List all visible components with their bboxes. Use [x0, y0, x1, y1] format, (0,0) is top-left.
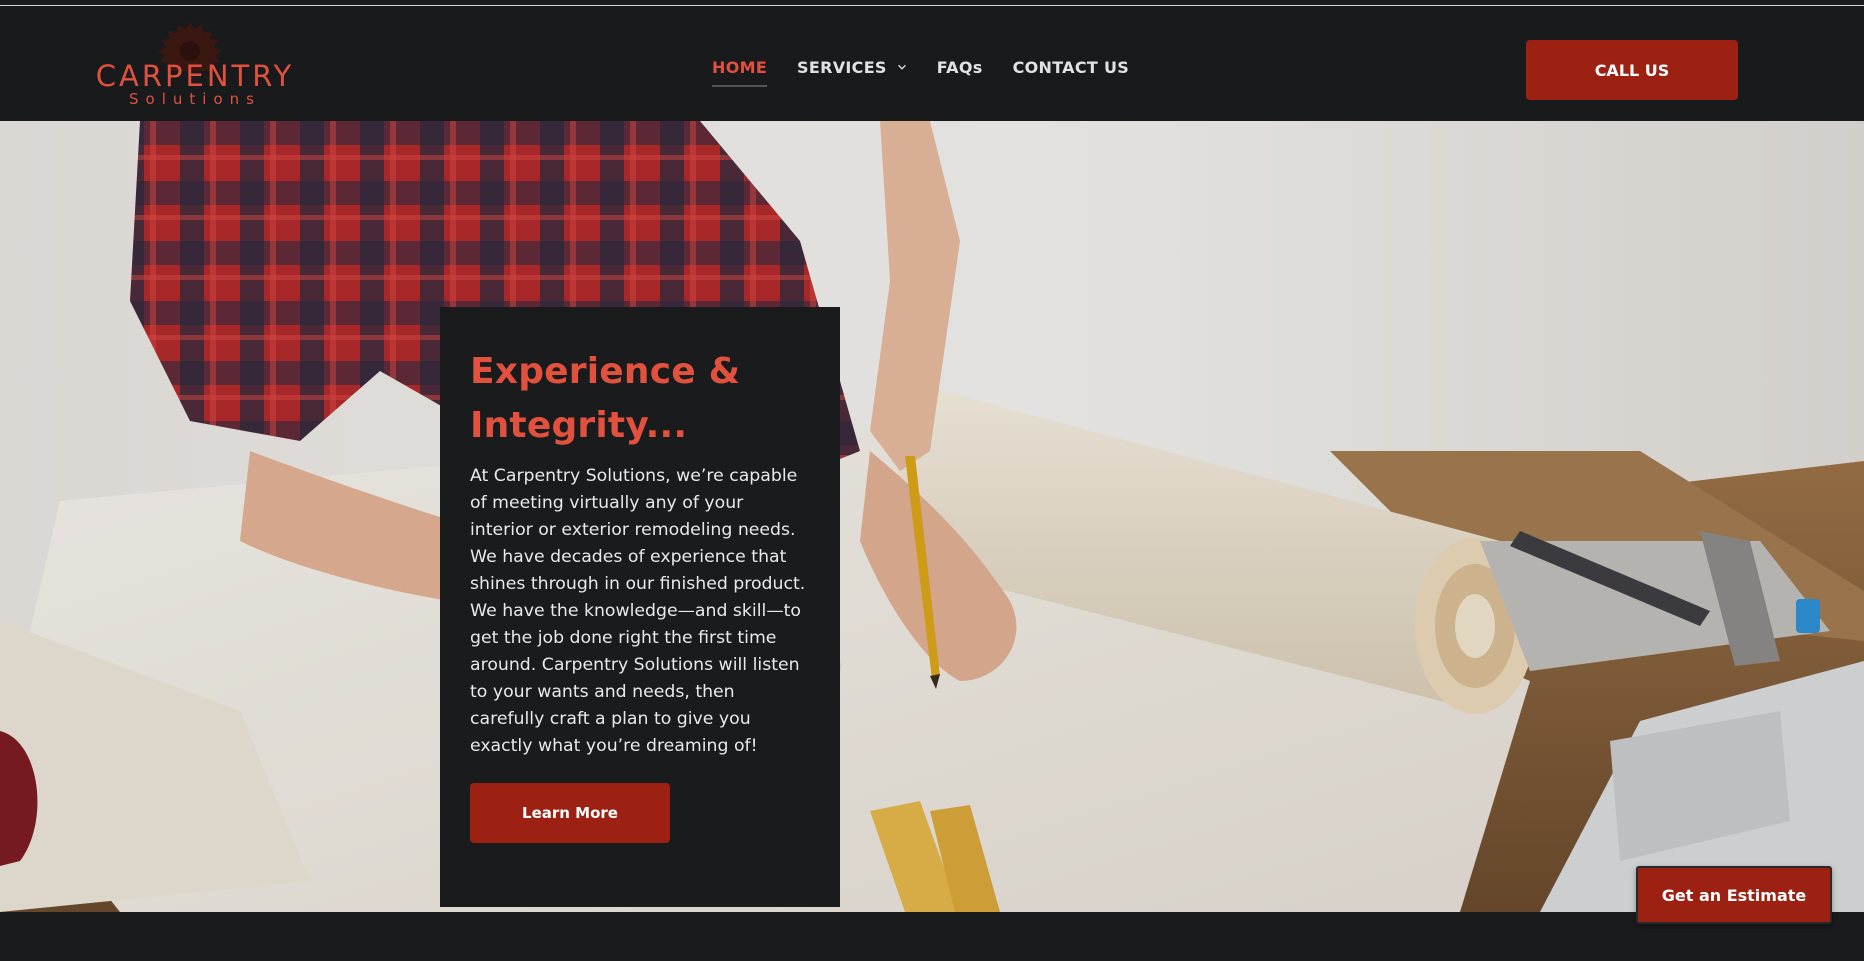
chevron-down-icon — [897, 64, 906, 70]
page: CARPENTRY Solutions HOME SERVICES FAQs C… — [0, 0, 1864, 961]
nav-item-services[interactable]: SERVICES — [797, 52, 907, 82]
call-us-button[interactable]: CALL US — [1526, 40, 1738, 100]
logo-wordmark: CARPENTRY — [95, 59, 295, 93]
hero-description: At Carpentry Solutions, we’re capable of… — [470, 466, 806, 756]
hero-background-image — [0, 121, 1864, 912]
hero-info-card: Experience & Integrity... At Carpentry S… — [440, 307, 840, 907]
site-header: CARPENTRY Solutions HOME SERVICES FAQs C… — [0, 6, 1864, 121]
nav-item-home[interactable]: HOME — [712, 52, 768, 87]
hero-section: Experience & Integrity... At Carpentry S… — [0, 121, 1864, 912]
nav-item-label: FAQs — [936, 57, 983, 77]
main-nav: HOME SERVICES FAQs CONTACT US — [712, 52, 1159, 87]
nav-item-label: CONTACT US — [1012, 57, 1130, 77]
nav-item-label: HOME — [712, 57, 768, 77]
footer-strip — [0, 912, 1864, 961]
nav-item-label: SERVICES — [797, 57, 887, 77]
learn-more-button[interactable]: Learn More — [470, 783, 670, 843]
site-logo[interactable]: CARPENTRY Solutions — [72, 20, 318, 108]
hero-title: Experience & Integrity... — [470, 351, 741, 446]
get-estimate-button[interactable]: Get an Estimate — [1636, 866, 1832, 924]
nav-item-contact-us[interactable]: CONTACT US — [1013, 52, 1130, 82]
logo-tagline: Solutions — [129, 90, 261, 108]
nav-item-faqs[interactable]: FAQs — [937, 52, 983, 82]
